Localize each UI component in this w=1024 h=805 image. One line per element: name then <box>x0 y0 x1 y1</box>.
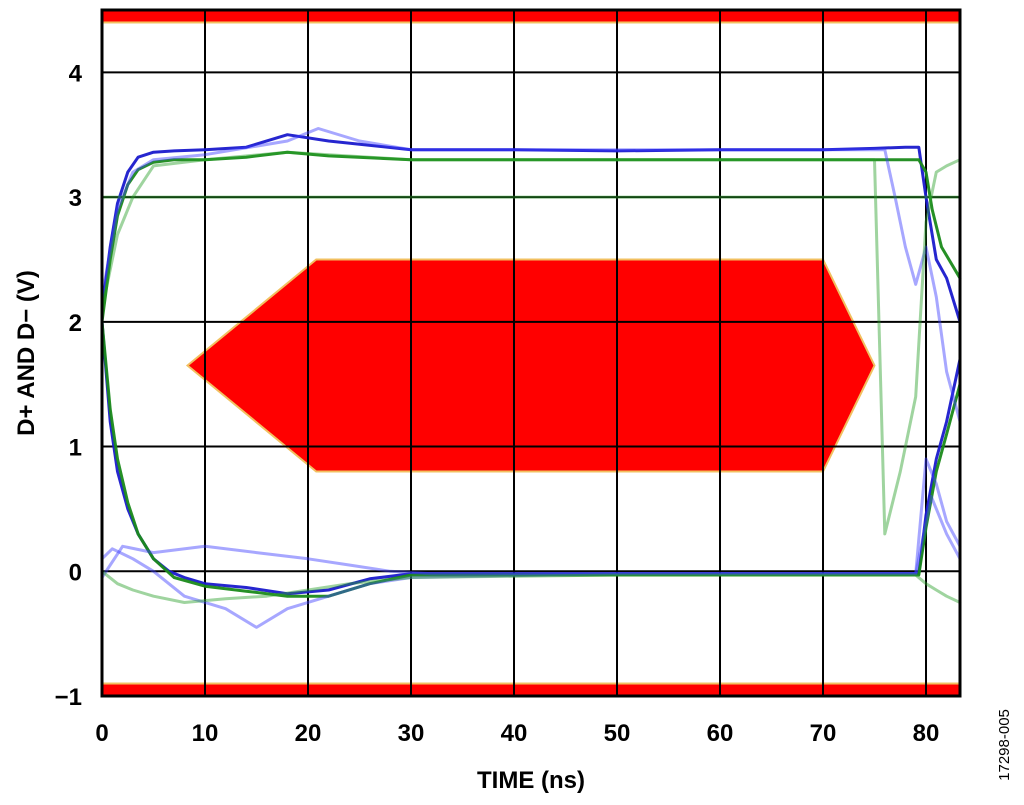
x-tick-label: 0 <box>95 720 108 747</box>
x-tick-label: 60 <box>707 720 734 747</box>
y-tick-label: 0 <box>69 559 82 586</box>
y-tick-label: −1 <box>55 684 82 711</box>
y-axis-label: D+ AND D− (V) <box>13 270 40 436</box>
x-tick-label: 40 <box>501 720 528 747</box>
x-tick-labels: 0 10 20 30 40 50 60 70 80 <box>95 720 939 747</box>
eye-diagram-chart: 0 10 20 30 40 50 60 70 80 −1 0 1 2 3 4 TIME (ns) D+ A… <box>13 8 1013 794</box>
x-tick-label: 10 <box>192 720 219 747</box>
x-tick-label: 50 <box>604 720 631 747</box>
y-tick-label: 2 <box>69 310 82 337</box>
x-tick-label: 70 <box>810 720 837 747</box>
mask-top-band <box>101 9 961 24</box>
x-axis-label: TIME (ns) <box>477 767 585 794</box>
eye-mask-polygon <box>185 258 876 473</box>
figure-id: 17298-005 <box>996 709 1013 781</box>
x-tick-label: 80 <box>913 720 940 747</box>
eye-mask <box>185 258 876 473</box>
y-tick-label: 1 <box>69 435 82 462</box>
x-tick-label: 30 <box>398 720 425 747</box>
mask-bottom-band <box>101 682 961 698</box>
y-tick-labels: −1 0 1 2 3 4 <box>55 60 83 711</box>
x-tick-label: 20 <box>295 720 322 747</box>
y-tick-label: 3 <box>69 185 82 212</box>
y-tick-label: 4 <box>69 60 83 87</box>
